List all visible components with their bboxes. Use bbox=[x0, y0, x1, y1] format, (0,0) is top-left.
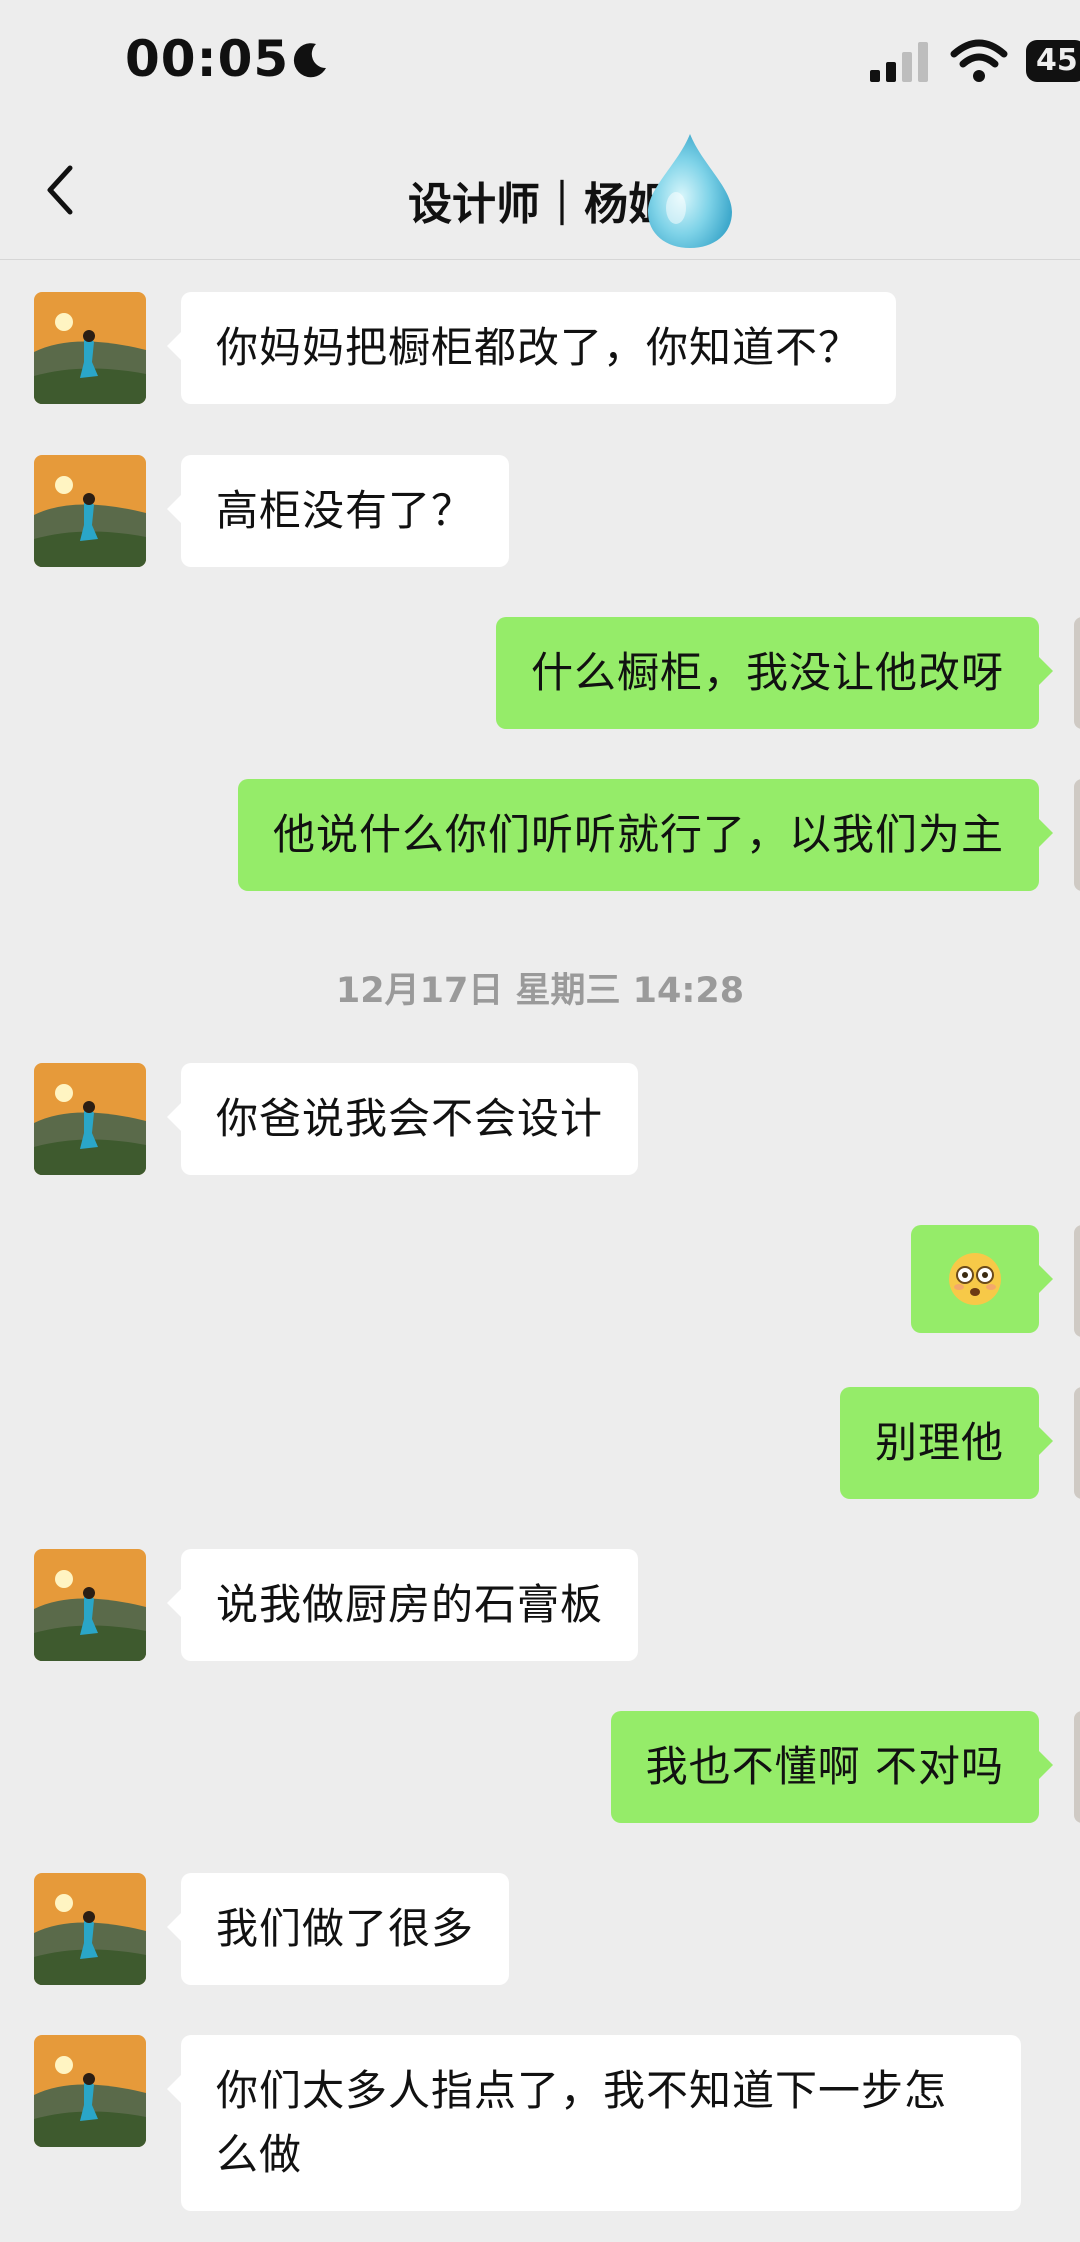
message-bubble-outgoing[interactable] bbox=[911, 1225, 1053, 1333]
water-drop-sticker bbox=[648, 134, 732, 248]
message-bubble-incoming[interactable]: 高柜没有了？ bbox=[166, 455, 510, 567]
message-bubble-incoming[interactable]: 你爸说我会不会设计 bbox=[166, 1063, 639, 1175]
self-avatar[interactable] bbox=[1074, 1225, 1080, 1337]
self-avatar[interactable] bbox=[1074, 1387, 1080, 1499]
moon-icon bbox=[293, 43, 326, 78]
message-bubble-outgoing[interactable]: 我也不懂啊 不对吗 bbox=[610, 1711, 1054, 1823]
contact-avatar[interactable] bbox=[34, 1549, 146, 1661]
chat-timestamp: 12月17日 星期三 14:28 bbox=[335, 971, 745, 1011]
contact-avatar[interactable] bbox=[34, 292, 146, 404]
message-bubble-outgoing[interactable]: 什么橱柜，我没让他改呀 bbox=[495, 617, 1054, 729]
flushed-face-emoji bbox=[949, 1253, 1001, 1305]
message-bubble-incoming[interactable]: 我们做了很多 bbox=[166, 1873, 510, 1985]
self-avatar[interactable] bbox=[1074, 617, 1080, 729]
chat-header: 设计师｜杨姐 bbox=[0, 120, 1080, 260]
message-bubble-incoming[interactable]: 说我做厨房的石膏板 bbox=[166, 1549, 639, 1661]
message-bubble-incoming[interactable]: 你们太多人指点了，我不知道下一步怎么做 bbox=[167, 2035, 1021, 2211]
message-bubble-outgoing[interactable]: 别理他 bbox=[839, 1387, 1054, 1499]
contact-avatar[interactable] bbox=[34, 1873, 146, 1985]
wifi-icon bbox=[950, 39, 1008, 82]
self-avatar[interactable] bbox=[1074, 779, 1080, 891]
status-bar: 00:05 45 bbox=[0, 0, 1080, 120]
chat-title: 设计师｜杨姐 bbox=[408, 179, 672, 230]
message-bubble-outgoing[interactable]: 他说什么你们听听就行了，以我们为主 bbox=[237, 779, 1054, 891]
contact-avatar[interactable] bbox=[34, 455, 146, 567]
battery-icon: 45 bbox=[1026, 40, 1080, 82]
contact-avatar[interactable] bbox=[34, 2035, 146, 2147]
contact-avatar[interactable] bbox=[34, 1063, 146, 1175]
message-bubble-incoming[interactable]: 你妈妈把橱柜都改了，你知道不？ bbox=[166, 292, 897, 404]
self-avatar[interactable] bbox=[1074, 1711, 1080, 1823]
battery-level: 45 bbox=[1036, 43, 1078, 78]
signal-icon bbox=[870, 42, 928, 82]
status-time: 00:05 bbox=[125, 30, 290, 88]
